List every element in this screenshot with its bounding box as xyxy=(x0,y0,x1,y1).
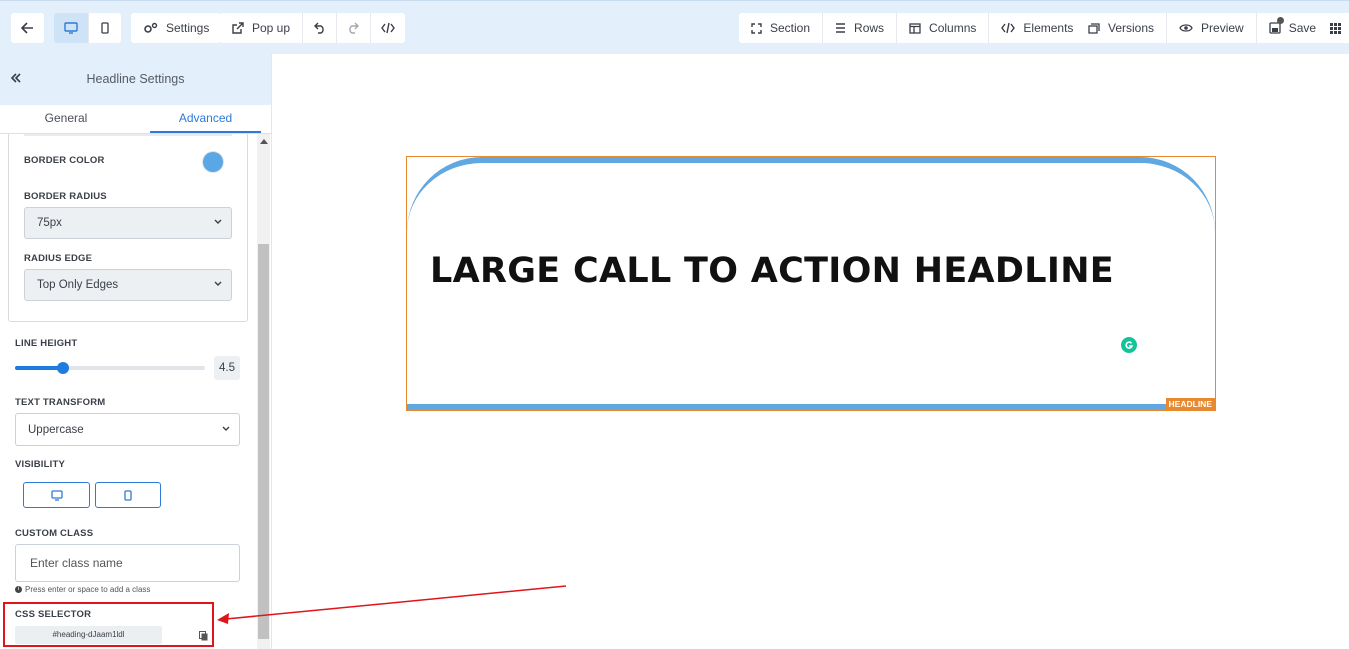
grammarly-icon[interactable] xyxy=(1121,337,1137,353)
element-type-badge: HEADLINE xyxy=(1165,398,1215,410)
headline-element[interactable]: LARGE CALL TO ACTION HEADLINE HEADLINE xyxy=(406,156,1216,411)
headline-text[interactable]: LARGE CALL TO ACTION HEADLINE xyxy=(430,251,1114,291)
